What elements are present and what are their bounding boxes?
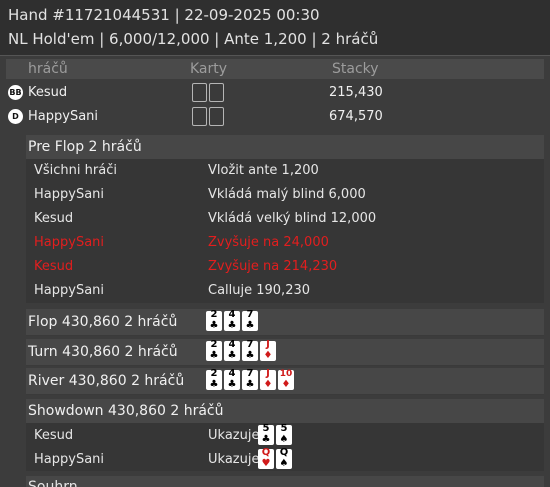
- action-player: HappySani: [34, 283, 105, 298]
- card-icon: 4 ♣: [224, 309, 240, 331]
- action-player: Kesud: [34, 211, 74, 226]
- card-icon: Q ♠: [276, 447, 292, 469]
- card-icon: 2 ♣: [206, 339, 222, 361]
- action-row: Všichni hráči Vložit ante 1,200: [26, 159, 544, 183]
- preflop-section-header: Pre Flop 2 hráčů: [26, 135, 544, 159]
- card-icon: 5 ♠: [276, 423, 292, 445]
- player-stack: 674,570: [329, 109, 383, 124]
- turn-row: Turn 430,860 2 hráčů 2 ♣ 4 ♣ 7 ♣ J ♦: [26, 339, 544, 366]
- showdown-player: HappySani: [34, 452, 105, 467]
- showdown-section-header: Showdown 430,860 2 hráčů: [26, 399, 544, 423]
- showdown-player: Kesud: [34, 428, 74, 443]
- action-text: Vkládá malý blind 6,000: [208, 187, 366, 202]
- game-info: NL Hold'em | 6,000/12,000 | Ante 1,200 |…: [8, 30, 379, 48]
- card-icon: 2 ♣: [206, 368, 222, 390]
- player-stack: 215,430: [329, 85, 383, 100]
- action-text: Zvyšuje na 214,230: [208, 259, 338, 274]
- player-row: BB Kesud 215,430: [6, 81, 544, 105]
- card-back-icon: [192, 107, 207, 126]
- flop-row: Flop 430,860 2 hráčů 2 ♣ 4 ♣ 7 ♣: [26, 309, 544, 336]
- action-text: Calluje 190,230: [208, 283, 311, 298]
- card-icon: J ♦: [260, 368, 276, 390]
- turn-title: Turn 430,860 2 hráčů: [28, 344, 178, 360]
- shown-cards: Q ♥ Q ♠: [258, 447, 294, 469]
- board-cards: 2 ♣ 4 ♣ 7 ♣ J ♦: [206, 339, 278, 361]
- preflop-title: Pre Flop 2 hráčů: [28, 139, 142, 155]
- card-icon: 10 ♦: [278, 369, 294, 390]
- player-name: HappySani: [28, 109, 99, 124]
- card-back-icon: [209, 83, 224, 102]
- river-title: River 430,860 2 hráčů: [28, 373, 185, 389]
- card-icon: 4 ♣: [224, 368, 240, 390]
- summary-section-header: Souhrn: [26, 476, 544, 487]
- players-column-header: hráčů Karty Stacky: [6, 59, 544, 79]
- showdown-row: HappySani Ukazuje Q ♥ Q ♠: [26, 447, 544, 471]
- hidden-hole-cards: [192, 83, 226, 102]
- action-player: HappySani: [34, 187, 105, 202]
- showdown-row: Kesud Ukazuje 5 ♣ 5 ♠: [26, 423, 544, 447]
- hidden-hole-cards: [192, 107, 226, 126]
- shown-cards: 5 ♣ 5 ♠: [258, 423, 294, 445]
- flop-title: Flop 430,860 2 hráčů: [28, 314, 178, 330]
- card-icon: J ♦: [260, 339, 276, 361]
- action-player: Všichni hráči: [34, 163, 117, 178]
- card-icon: 7 ♣: [242, 339, 258, 361]
- action-row: Kesud Vkládá velký blind 12,000: [26, 207, 544, 231]
- player-name: Kesud: [28, 85, 68, 100]
- action-player: Kesud: [34, 259, 74, 274]
- card-icon: 7 ♣: [242, 368, 258, 390]
- action-row: Kesud Zvyšuje na 214,230: [26, 255, 544, 279]
- cards-column-label: Karty: [190, 61, 228, 77]
- card-icon: 2 ♣: [206, 309, 222, 331]
- board-cards: 2 ♣ 4 ♣ 7 ♣: [206, 309, 260, 331]
- hand-id-date: Hand #11721044531 | 22-09-2025 00:30: [8, 6, 320, 24]
- card-back-icon: [192, 83, 207, 102]
- players-column-label: hráčů: [28, 61, 68, 77]
- player-row: D HappySani 674,570: [6, 105, 544, 129]
- card-icon: 4 ♣: [224, 339, 240, 361]
- board-cards: 2 ♣ 4 ♣ 7 ♣ J ♦ 10 ♦: [206, 368, 296, 390]
- action-text: Vkládá velký blind 12,000: [208, 211, 377, 226]
- position-badge: D: [8, 109, 23, 124]
- card-back-icon: [209, 107, 224, 126]
- card-icon: 7 ♣: [242, 309, 258, 331]
- action-row: HappySani Calluje 190,230: [26, 279, 544, 303]
- hand-header: Hand #11721044531 | 22-09-2025 00:30 NL …: [0, 0, 550, 56]
- summary-title: Souhrn: [28, 479, 78, 487]
- shows-label: Ukazuje: [208, 452, 260, 467]
- action-row: HappySani Vkládá malý blind 6,000: [26, 183, 544, 207]
- river-row: River 430,860 2 hráčů 2 ♣ 4 ♣ 7 ♣ J ♦ 10 ♦: [26, 368, 544, 395]
- action-text: Zvyšuje na 24,000: [208, 235, 329, 250]
- shows-label: Ukazuje: [208, 428, 260, 443]
- position-badge: BB: [8, 85, 23, 100]
- action-row: HappySani Zvyšuje na 24,000: [26, 231, 544, 255]
- action-player: HappySani: [34, 235, 105, 250]
- card-icon: Q ♥: [258, 447, 274, 469]
- stacks-column-label: Stacky: [332, 61, 379, 77]
- card-icon: 5 ♣: [258, 423, 274, 445]
- showdown-title: Showdown 430,860 2 hráčů: [28, 403, 224, 419]
- action-text: Vložit ante 1,200: [208, 163, 319, 178]
